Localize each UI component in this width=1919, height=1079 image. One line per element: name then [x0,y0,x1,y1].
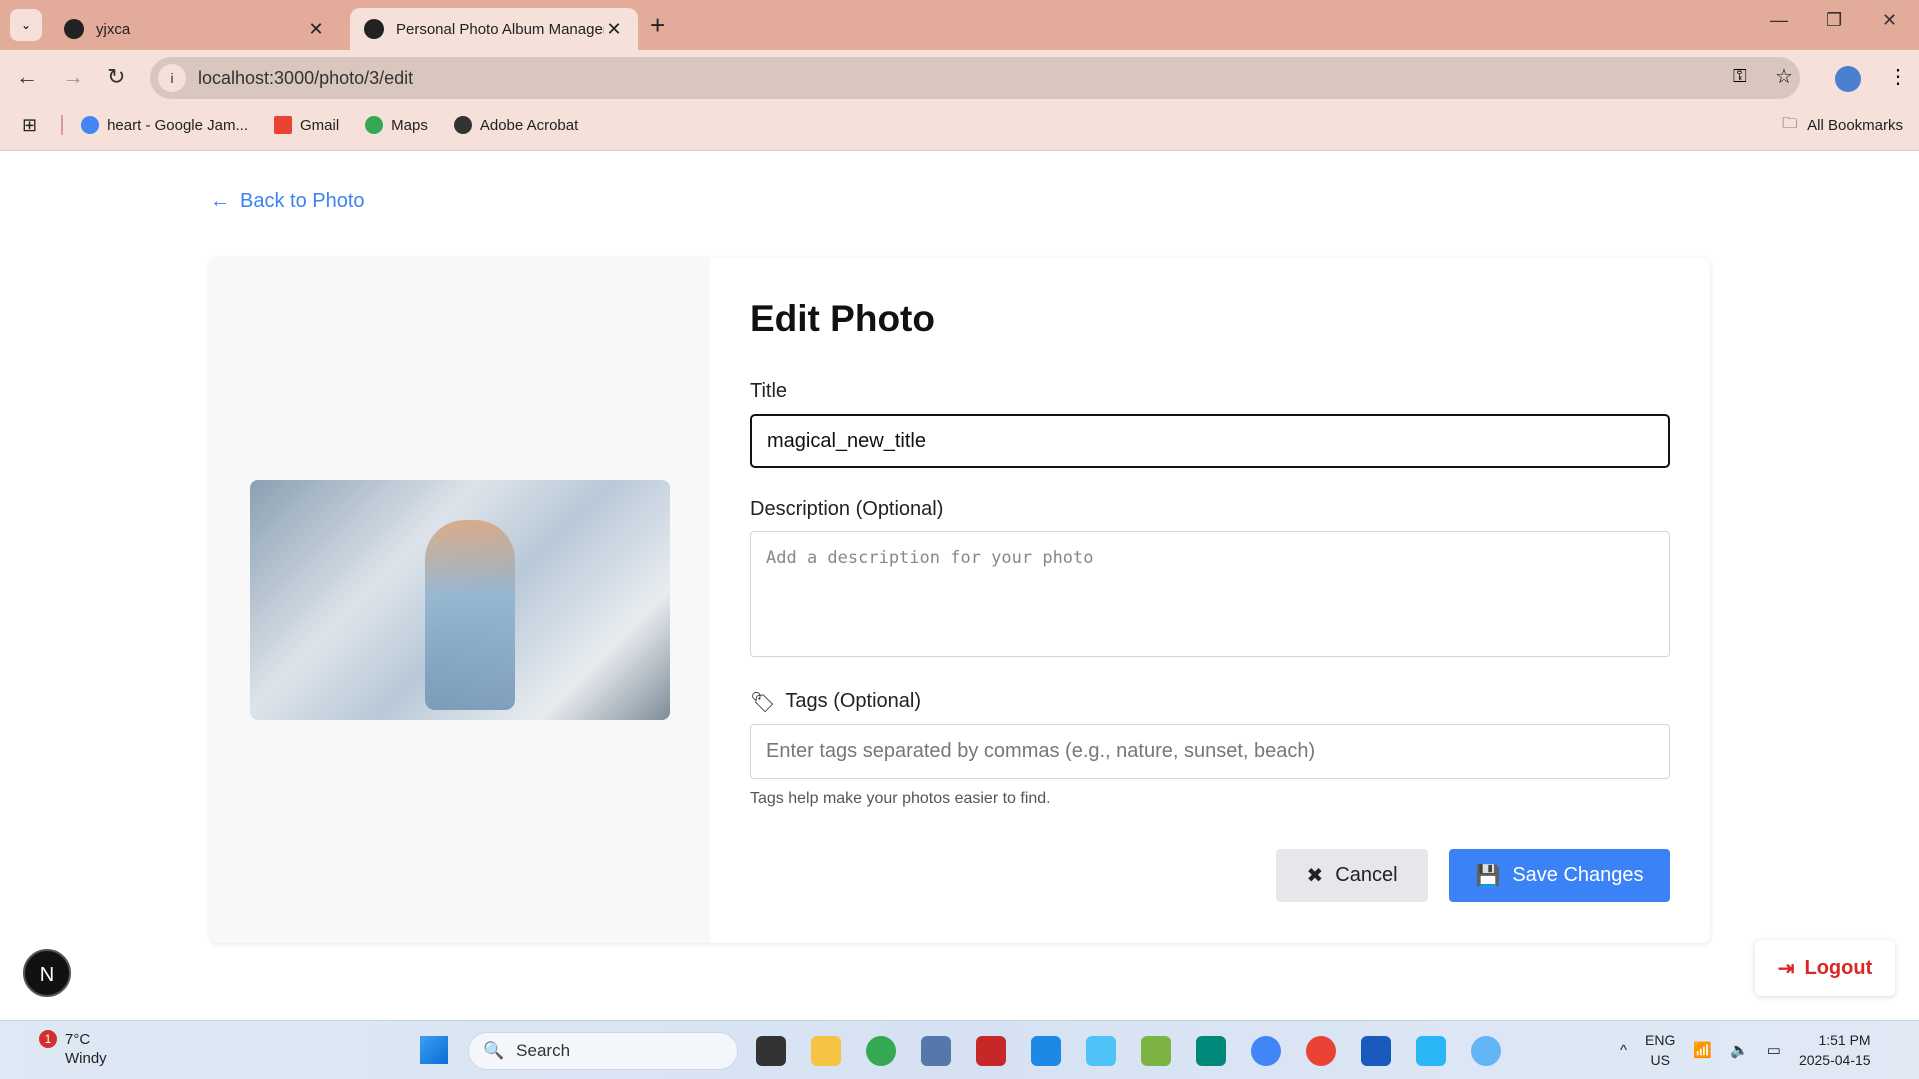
save-changes-button[interactable]: 💾 Save Changes [1449,849,1670,902]
bookmark-maps[interactable]: Maps [365,116,428,134]
notification-badge: 1 [39,1030,57,1048]
notepad-icon[interactable] [1416,1036,1446,1066]
bookmark-adobe[interactable]: Adobe Acrobat [453,116,578,134]
google-icon [81,116,100,134]
chrome-icon[interactable] [866,1036,896,1066]
bookmark-star-icon[interactable]: ☆ [1775,64,1793,89]
photo-preview-panel [210,258,710,943]
password-key-icon[interactable]: ⚿ [1733,66,1747,87]
search-icon: 🔍 [483,1041,505,1060]
gmail-icon [274,116,292,134]
logout-button[interactable]: ⇥ Logout [1755,940,1895,996]
menu-icon[interactable]: ⋮ [1888,64,1908,89]
battery-icon[interactable]: ▭ [1767,1041,1781,1059]
back-icon[interactable]: ← [16,64,38,90]
close-window-button[interactable]: ✕ [1882,10,1897,31]
apps-icon[interactable]: ⊞ [22,115,37,136]
photo-preview [250,480,670,720]
github-icon [64,19,84,39]
paint-icon[interactable] [1471,1036,1501,1066]
volume-icon[interactable]: 🔈 [1730,1041,1749,1059]
file-explorer-icon[interactable] [811,1036,841,1066]
title-label: Title [750,380,788,402]
close-tab-icon[interactable]: ✕ [306,19,326,40]
system-tray: ^ ENG US 📶 🔈 ▭ 1:51 PM 2025-04-15 [1620,1030,1871,1070]
restore-button[interactable]: ❐ [1826,10,1842,31]
chrome-profile-icon[interactable] [1306,1036,1336,1066]
app-icon[interactable] [1141,1036,1171,1066]
tags-icon: 🏷 [750,692,776,714]
maps-icon [365,116,384,134]
all-bookmarks[interactable]: 🗀 All Bookmarks [1782,113,1903,138]
page-title: Edit Photo [750,298,935,339]
weather-widget[interactable]: 1 7°C Windy [25,1030,107,1068]
app-icon [364,19,384,39]
new-tab-button[interactable]: + [650,10,665,41]
chrome-active-icon[interactable] [1251,1036,1281,1066]
folder-icon: 🗀 [1782,114,1798,132]
bookmarks-bar: ⊞ heart - Google Jam... Gmail Maps Adobe… [0,100,1919,151]
bookmark-google-jam[interactable]: heart - Google Jam... [81,116,248,134]
wifi-icon[interactable]: 📶 [1693,1041,1712,1059]
clock[interactable]: 1:51 PM 2025-04-15 [1799,1030,1871,1070]
tab-search-button[interactable]: ⌄ [10,9,42,41]
sign-out-icon: ⇥ [1777,957,1795,980]
address-bar[interactable]: i localhost:3000/photo/3/edit [150,57,1800,99]
globe-icon [453,116,472,134]
title-input[interactable]: magical_new_title [750,414,1670,468]
reload-icon[interactable]: ↻ [107,64,125,90]
word-icon[interactable] [1361,1036,1391,1066]
save-icon: 💾 [1475,865,1501,887]
description-label: Description (Optional) [750,498,944,520]
chevron-up-icon[interactable]: ^ [1620,1042,1627,1059]
x-icon: ✖ [1306,865,1324,887]
cancel-button[interactable]: ✖ Cancel [1276,849,1428,902]
pdf-app-icon[interactable] [976,1036,1006,1066]
site-info-icon[interactable]: i [158,64,186,92]
vscode-icon[interactable] [1031,1036,1061,1066]
bookmark-gmail[interactable]: Gmail [274,116,339,134]
edit-card: Edit Photo Title magical_new_title Descr… [210,258,1710,943]
forward-icon[interactable]: → [62,64,84,90]
back-to-photo-link[interactable]: ← Back to Photo [210,190,365,213]
start-button[interactable] [420,1036,448,1064]
profile-avatar[interactable] [1835,66,1861,92]
app-icon[interactable] [1086,1036,1116,1066]
task-view-icon[interactable] [756,1036,786,1066]
tab-github[interactable]: yjxca ✕ [50,8,340,50]
tab-photo-album[interactable]: Personal Photo Album Manager ✕ [350,8,638,50]
network-app-icon[interactable] [921,1036,951,1066]
tags-input[interactable]: Enter tags separated by commas (e.g., na… [750,724,1670,779]
minimize-button[interactable]: — [1770,10,1788,31]
tags-help-text: Tags help make your photos easier to fin… [750,790,1051,807]
close-tab-icon[interactable]: ✕ [604,19,624,40]
nextjs-dev-indicator[interactable]: N [23,949,71,997]
language-indicator[interactable]: ENG US [1645,1030,1675,1070]
app-icon[interactable] [1196,1036,1226,1066]
taskbar-search[interactable]: 🔍 Search [468,1032,738,1070]
arrow-left-icon: ← [210,190,230,212]
tags-label: 🏷 Tags (Optional) [750,690,922,714]
description-textarea[interactable]: Add a description for your photo [750,531,1670,657]
